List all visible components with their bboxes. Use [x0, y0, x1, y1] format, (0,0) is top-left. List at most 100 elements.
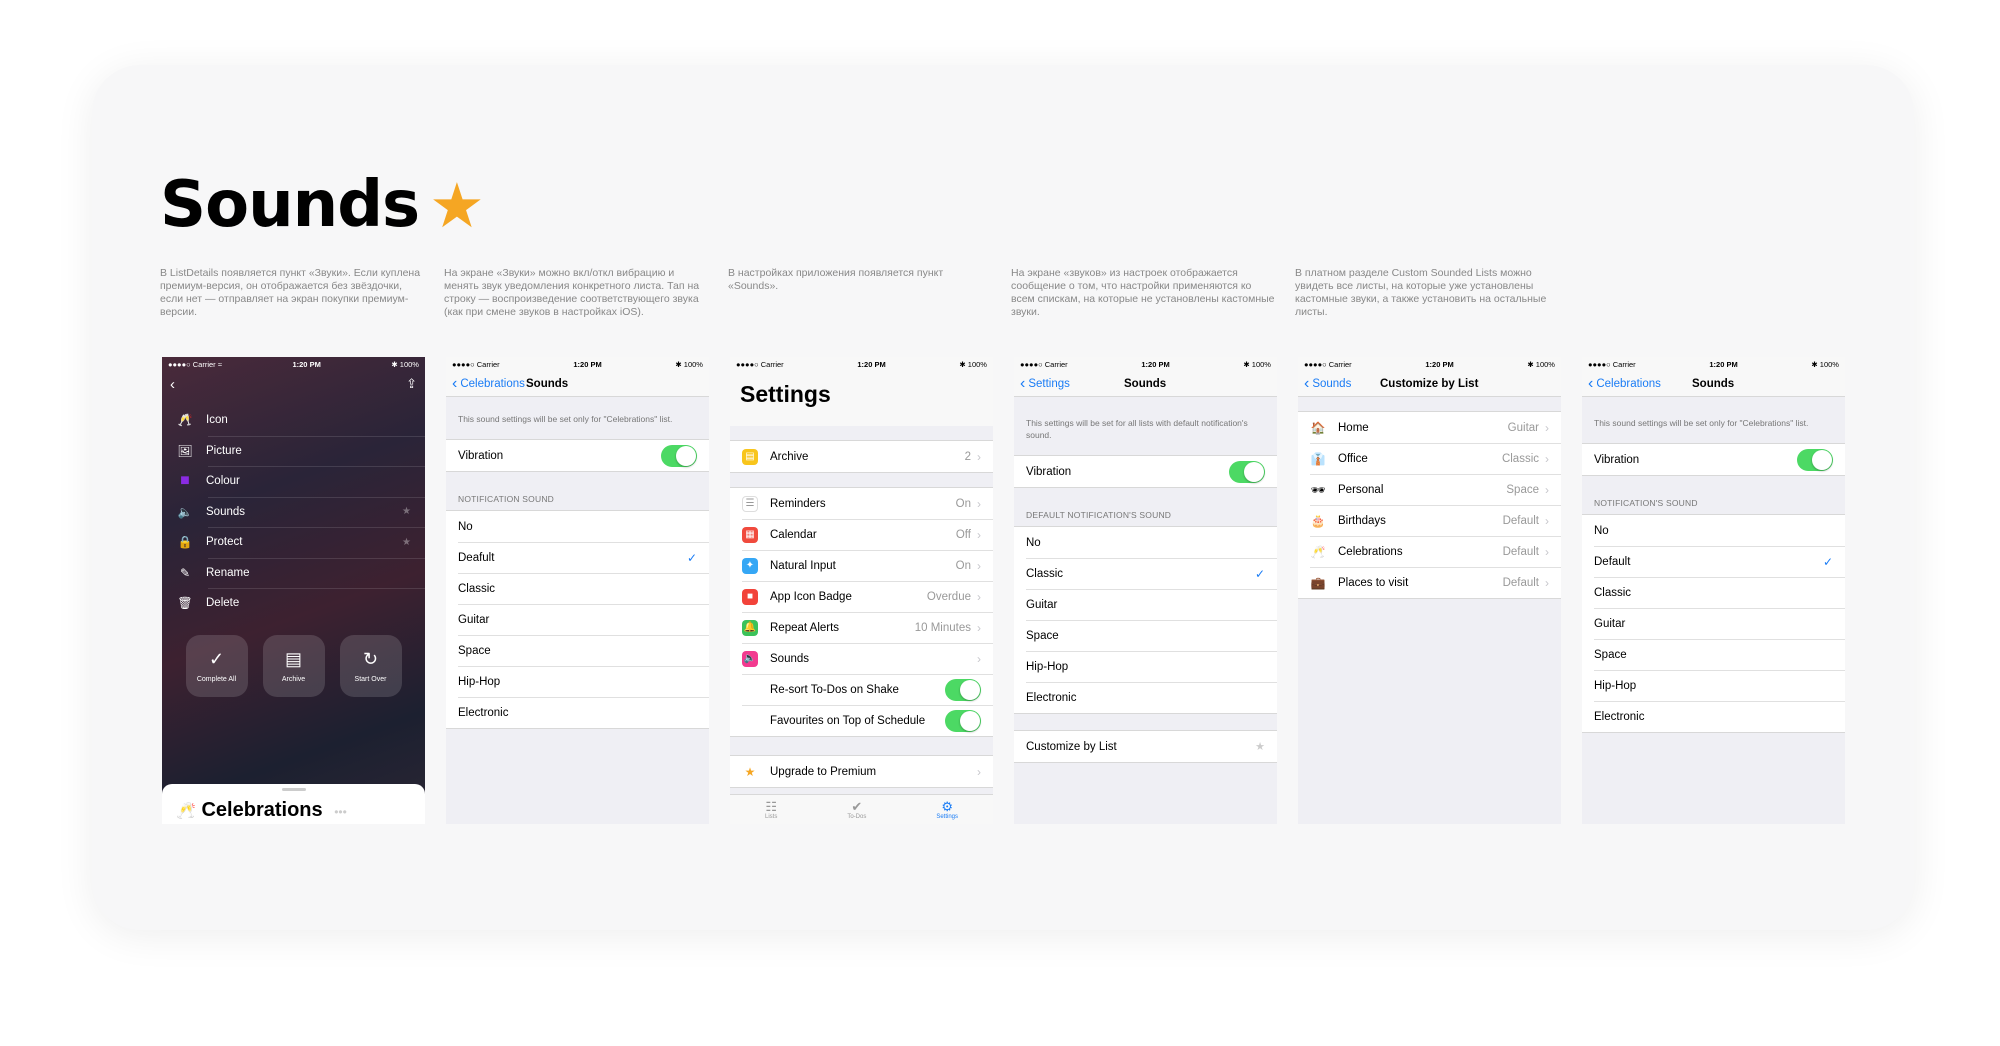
- vibration-toggle[interactable]: [661, 444, 697, 467]
- nav-title: Sounds: [526, 377, 569, 390]
- sound-option[interactable]: No: [1582, 515, 1845, 546]
- setting-row[interactable]: 🔔 Repeat Alerts 10 Minutes ›: [730, 612, 993, 643]
- chevron-right-icon: ›: [977, 558, 981, 573]
- list-item[interactable]: 🕶 Personal Space ›: [1298, 474, 1561, 505]
- menu-item[interactable]: 🖼 Picture: [162, 435, 425, 467]
- page-title: Sounds ★: [160, 168, 485, 242]
- setting-row[interactable]: ✦ Natural Input On ›: [730, 550, 993, 581]
- action-button[interactable]: ↻ Start Over: [339, 634, 402, 697]
- setting-icon: ☰: [742, 495, 758, 512]
- action-button[interactable]: ✓ Complete All: [185, 634, 248, 697]
- chevron-right-icon: ›: [977, 764, 981, 779]
- tab-bar: ☷ Lists ✔ To-Dos ⚙ Settings: [730, 794, 993, 824]
- sheet-title: Celebrations: [201, 799, 323, 821]
- nav-bar: ‹ Celebrations Sounds: [446, 371, 709, 397]
- sound-option[interactable]: Hip-Hop: [1014, 651, 1277, 682]
- checkmark-icon: ✓: [1254, 566, 1265, 581]
- list-item[interactable]: 💼 Places to visit Default ›: [1298, 567, 1561, 598]
- action-icon: ↻: [362, 648, 379, 669]
- sound-option[interactable]: Space: [1014, 620, 1277, 651]
- sound-option[interactable]: Classic: [1582, 577, 1845, 608]
- description-1: В ListDetails появляется пункт «Звуки». …: [160, 267, 421, 318]
- list-item[interactable]: 🥂 Celebrations Default ›: [1298, 536, 1561, 567]
- screen-list-sounds: ●●●●○ Carrier 1:20 PM ✱ 100% ‹ Celebratio…: [446, 357, 709, 824]
- list-item[interactable]: 🎂 Birthdays Default ›: [1298, 505, 1561, 536]
- menu-item[interactable]: ✎ Rename: [162, 557, 425, 589]
- menu-item[interactable]: 🥂 Icon: [162, 405, 425, 436]
- screen-customize-by-list: ●●●●○ Carrier 1:20 PM ✱ 100% ‹ Sounds Cus…: [1298, 357, 1561, 824]
- checkmark-icon: ✓: [686, 550, 697, 565]
- nav-title: Sounds: [1124, 377, 1167, 390]
- status-bar: ●●●●○ Carrier 1:20 PM ✱ 100%: [1582, 357, 1845, 371]
- setting-row[interactable]: ▦ Calendar Off ›: [730, 519, 993, 550]
- back-button[interactable]: ‹ Celebrations: [446, 374, 525, 392]
- sound-option[interactable]: Deafult ✓: [446, 542, 709, 573]
- menu-item-icon: 🔈: [177, 504, 193, 519]
- setting-row[interactable]: 🔈 Sounds ›: [730, 643, 993, 674]
- archive-row[interactable]: ▤ Archive 2 ›: [730, 441, 993, 472]
- customize-by-list-row[interactable]: Customize by List ★: [1014, 731, 1277, 762]
- page-title-text: Sounds: [160, 168, 420, 242]
- back-button[interactable]: ‹ Settings: [1014, 375, 1070, 392]
- chevron-right-icon: ›: [977, 449, 981, 464]
- chevron-left-icon: ‹: [1304, 374, 1310, 392]
- info-note: This settings will be set for all lists …: [1026, 418, 1248, 440]
- list-sheet[interactable]: 🥂 Celebrations •••: [162, 784, 425, 824]
- sound-option[interactable]: Guitar: [1582, 608, 1845, 639]
- sound-option[interactable]: Guitar: [1014, 589, 1277, 620]
- action-label: Archive: [281, 675, 306, 683]
- tab-icon: ✔: [851, 798, 863, 814]
- menu-item-label: Colour: [206, 475, 240, 488]
- chevron-right-icon: ›: [1545, 513, 1549, 528]
- description-5: В платном разделе Custom Sounded Lists м…: [1295, 267, 1547, 318]
- back-chevron-icon[interactable]: ‹: [170, 376, 175, 393]
- tab-settings[interactable]: ⚙ Settings: [936, 799, 958, 820]
- setting-toggle[interactable]: [945, 709, 981, 732]
- menu-item[interactable]: 🗑 Delete: [162, 588, 425, 619]
- sound-option[interactable]: Default ✓: [1582, 546, 1845, 577]
- vibration-toggle[interactable]: [1797, 448, 1833, 471]
- sound-option[interactable]: Space: [1582, 639, 1845, 670]
- list-icon: 💼: [1310, 575, 1326, 590]
- upgrade-row[interactable]: ★ Upgrade to Premium ›: [730, 756, 993, 787]
- menu-item-label: Icon: [206, 414, 228, 427]
- sound-option[interactable]: Classic ✓: [1014, 558, 1277, 589]
- star-icon: ★: [1255, 741, 1265, 753]
- sheet-grabber[interactable]: [281, 788, 306, 791]
- setting-row[interactable]: ■ App Icon Badge Overdue ›: [730, 581, 993, 612]
- setting-toggle[interactable]: [945, 678, 981, 701]
- setting-icon: ✦: [742, 557, 758, 574]
- tab-lists[interactable]: ☷ Lists: [765, 798, 777, 820]
- sound-option[interactable]: Guitar: [446, 604, 709, 635]
- list-icon: 🕶: [1310, 482, 1326, 497]
- vibration-toggle[interactable]: [1229, 460, 1265, 483]
- sound-option[interactable]: Space: [446, 635, 709, 666]
- toggle-row: Re-sort To-Dos on Shake: [730, 674, 993, 705]
- sound-option[interactable]: Electronic: [1014, 682, 1277, 713]
- list-item[interactable]: 🏠 Home Guitar ›: [1298, 412, 1561, 443]
- list-item[interactable]: 👔 Office Classic ›: [1298, 443, 1561, 474]
- share-icon[interactable]: ⇪: [406, 376, 417, 392]
- back-button[interactable]: ‹ Sounds: [1298, 374, 1351, 392]
- menu-item[interactable]: 🔈 Sounds ★: [162, 496, 425, 528]
- sound-option[interactable]: Classic: [446, 573, 709, 604]
- chevron-left-icon: ‹: [452, 374, 458, 392]
- sound-option[interactable]: No: [446, 511, 709, 542]
- sound-option[interactable]: Hip-Hop: [1582, 670, 1845, 701]
- chevron-right-icon: ›: [1545, 482, 1549, 497]
- checkmark-icon: ✓: [1822, 554, 1833, 569]
- action-icon: ✓: [208, 648, 225, 669]
- menu-item[interactable]: 🔒 Protect ★: [162, 527, 425, 558]
- action-button[interactable]: ▤ Archive: [262, 634, 325, 697]
- menu-item[interactable]: ■ Colour: [162, 466, 425, 497]
- tab-icon: ☷: [765, 798, 777, 814]
- nav-title: Sounds: [1692, 377, 1735, 390]
- sound-option[interactable]: No: [1014, 527, 1277, 558]
- setting-row[interactable]: ☰ Reminders On ›: [730, 488, 993, 519]
- more-icon[interactable]: •••: [334, 805, 347, 819]
- sound-option[interactable]: Electronic: [1582, 701, 1845, 732]
- back-button[interactable]: ‹ Celebrations: [1582, 375, 1661, 392]
- sound-option[interactable]: Hip-Hop: [446, 666, 709, 697]
- sound-option[interactable]: Electronic: [446, 697, 709, 728]
- tab-to-dos[interactable]: ✔ To-Dos: [847, 798, 866, 820]
